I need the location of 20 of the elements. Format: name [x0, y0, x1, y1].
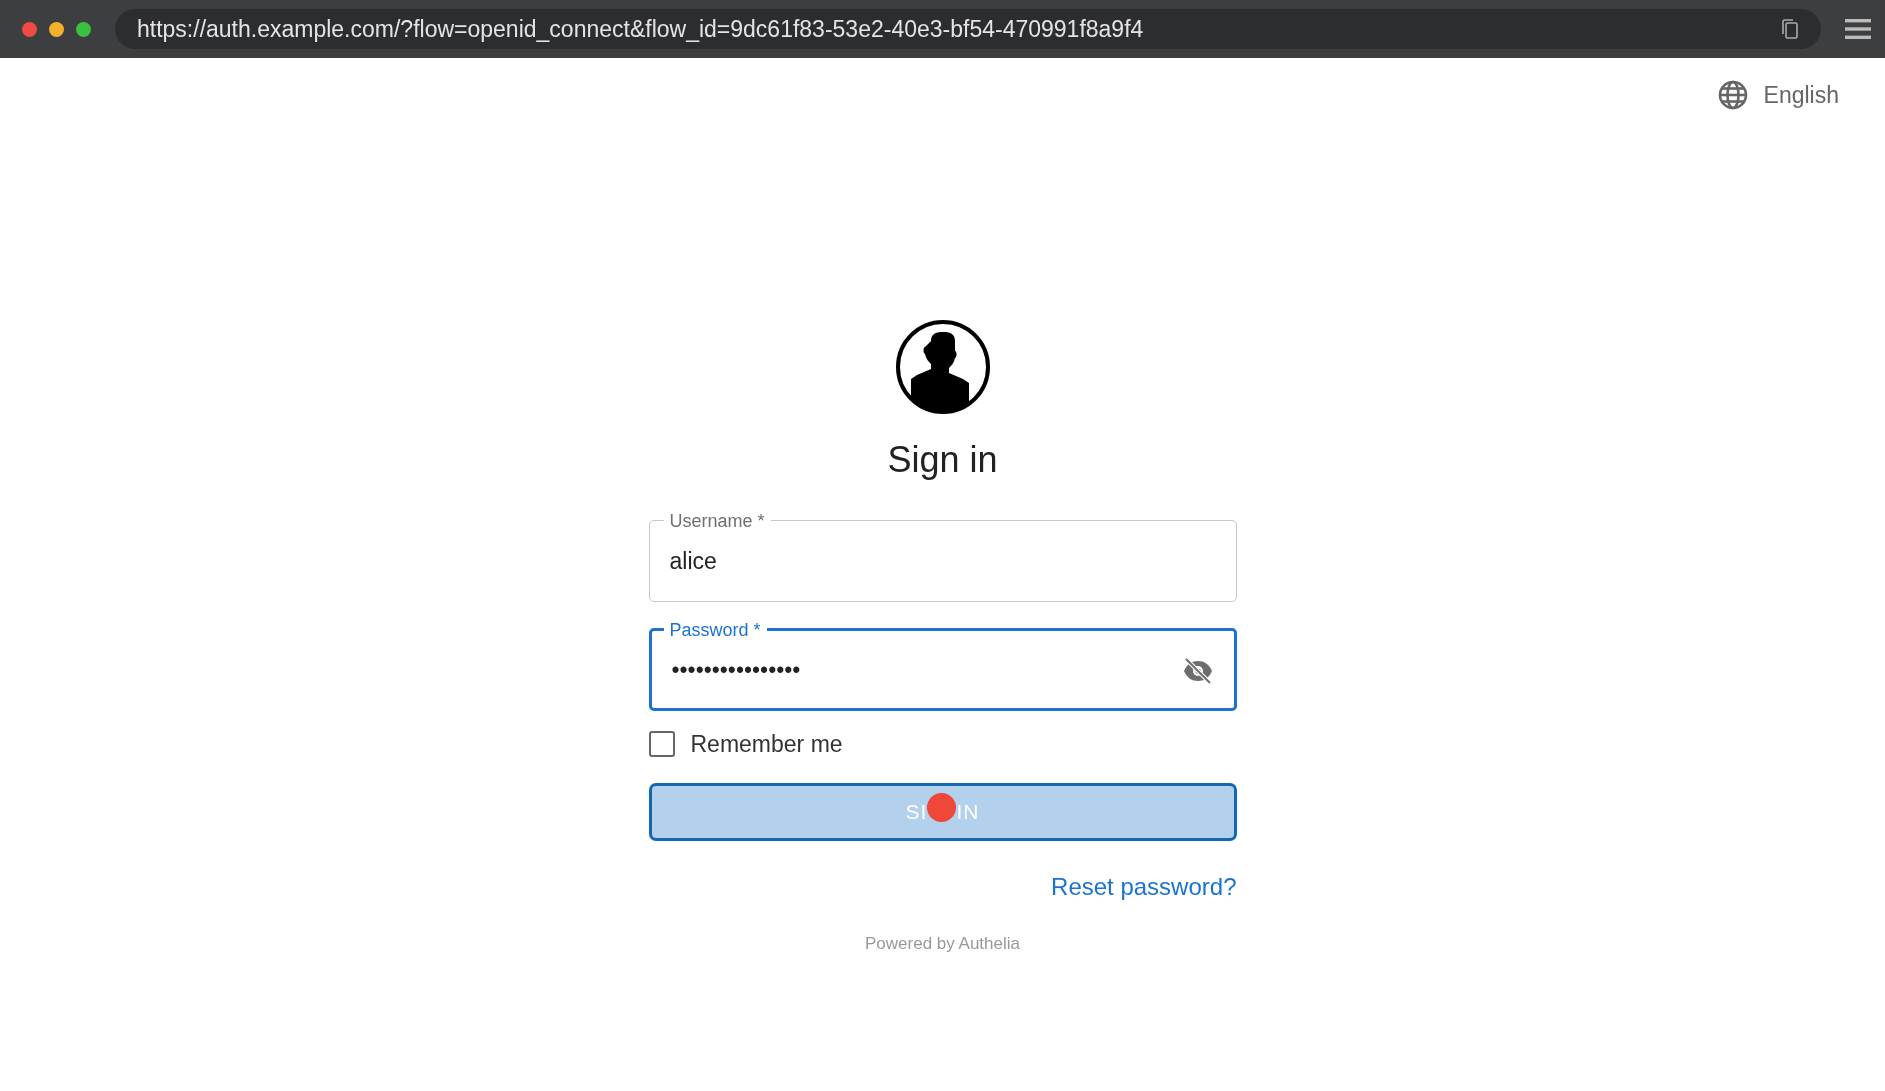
eye-slash-icon[interactable] — [1181, 656, 1214, 685]
menu-icon[interactable] — [1845, 18, 1871, 40]
language-selector[interactable]: English — [1717, 58, 1885, 113]
user-avatar-icon — [894, 318, 991, 415]
globe-icon — [1717, 80, 1748, 111]
copy-icon[interactable] — [1781, 18, 1799, 40]
maximize-window-button[interactable] — [76, 21, 91, 37]
minimize-window-button[interactable] — [49, 21, 64, 37]
reset-password-link[interactable]: Reset password? — [1051, 869, 1237, 905]
footer-text: Powered by Authelia — [865, 933, 1020, 955]
address-bar[interactable]: https://auth.example.com/?flow=openid_connect&flow_id=9dc61f83-53e2-40e3-bf54-470991f8a9f4 — [115, 9, 1821, 49]
field-value: •••••••••••••••• — [671, 656, 801, 686]
field-value: alice — [669, 547, 717, 577]
remember-checkbox[interactable] — [648, 730, 675, 757]
field-label: Password * — [668, 619, 762, 640]
field-label: Username * — [668, 510, 766, 531]
url-text: https://auth.example.com/?flow=openid_connect&flow_id=9dc61f83-53e2-40e3-bf54-470991f8a9f4 — [137, 14, 1144, 44]
page-title: Sign in — [887, 437, 998, 482]
close-window-button[interactable] — [22, 21, 37, 37]
checkbox-label: Remember me — [690, 729, 843, 759]
